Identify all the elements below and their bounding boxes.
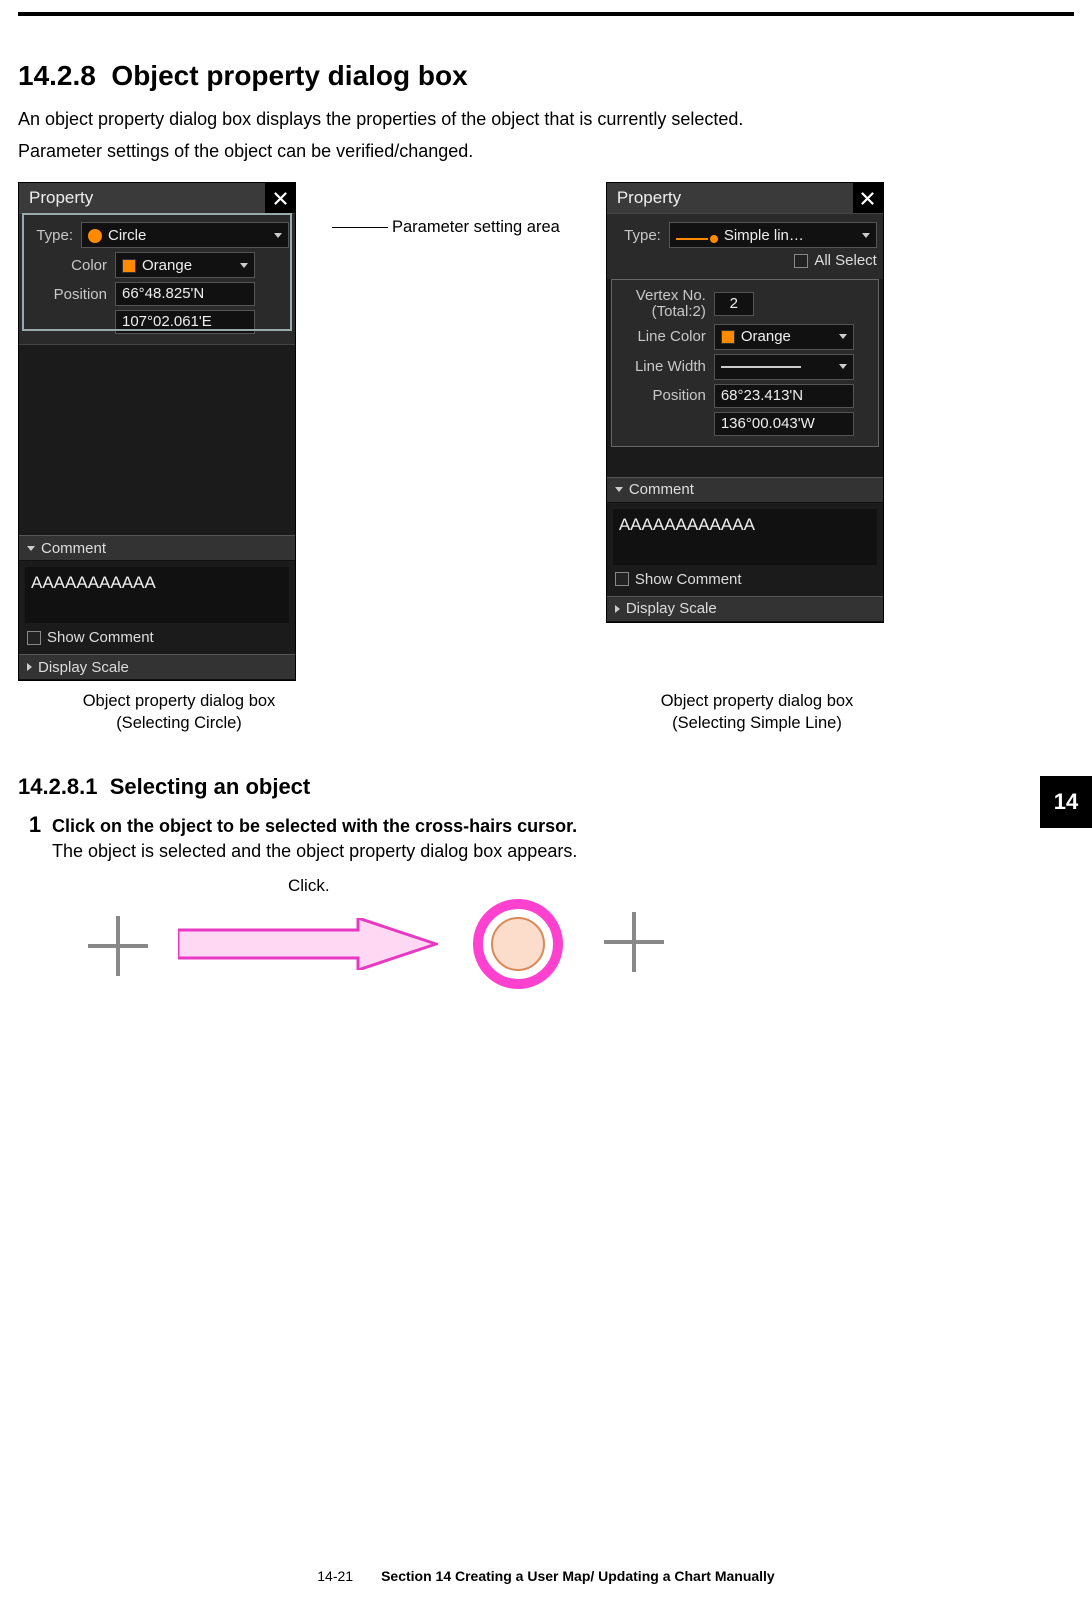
page-footer: 14-21 Section 14 Creating a User Map/ Up… xyxy=(0,1568,1092,1584)
chevron-down-icon xyxy=(862,233,870,238)
caption-circle: Object property dialog box(Selecting Cir… xyxy=(40,691,318,734)
comment-text[interactable]: AAAAAAAAAAA xyxy=(25,567,289,623)
arrow-icon xyxy=(178,918,438,970)
show-comment-checkbox[interactable]: Show Comment xyxy=(607,571,883,596)
close-icon[interactable] xyxy=(265,183,295,213)
property-dialog-circle: Property Type: Circle xyxy=(18,182,296,681)
page-number: 14-21 xyxy=(317,1568,353,1584)
display-scale-header[interactable]: Display Scale xyxy=(19,654,295,680)
callout: Parameter setting area xyxy=(332,218,560,237)
position-lat[interactable]: 66°48.825'N xyxy=(115,282,255,306)
color-label: Color xyxy=(25,257,107,274)
crosshair-icon xyxy=(604,912,664,972)
all-select-checkbox[interactable]: All Select xyxy=(794,252,877,269)
intro-text-1: An object property dialog box displays t… xyxy=(18,106,1074,132)
comment-text[interactable]: AAAAAAAAAAAA xyxy=(613,509,877,565)
step-instruction: Click on the object to be selected with … xyxy=(52,816,1074,837)
section-number: 14.2.8 xyxy=(18,60,96,91)
type-label: Type: xyxy=(613,227,661,244)
vertex-number[interactable]: 2 xyxy=(714,292,754,316)
line-color-value: Orange xyxy=(741,328,791,345)
chevron-down-icon xyxy=(274,233,282,238)
vertex-label: Vertex No.(Total:2) xyxy=(618,288,706,320)
comment-section-header[interactable]: Comment xyxy=(19,535,295,561)
line-width-dropdown[interactable] xyxy=(714,354,854,380)
section-title-text: Object property dialog box xyxy=(111,60,467,91)
position-label: Position xyxy=(618,387,706,404)
type-dropdown[interactable]: Circle xyxy=(81,222,289,248)
chevron-down-icon xyxy=(839,334,847,339)
step-number: 1 xyxy=(18,812,52,838)
line-width-label: Line Width xyxy=(618,358,706,375)
color-value: Orange xyxy=(142,257,192,274)
color-dropdown[interactable]: Orange xyxy=(115,252,255,278)
position-label: Position xyxy=(25,286,107,303)
position-lon[interactable]: 107°02.061'E xyxy=(115,310,255,334)
caption-line: Object property dialog box(Selecting Sim… xyxy=(618,691,896,734)
subsection-heading: 14.2.8.1 Selecting an object xyxy=(18,774,1074,800)
dialog-title: Property xyxy=(19,188,265,208)
chapter-tab: 14 xyxy=(1040,776,1092,828)
footer-section: Section 14 Creating a User Map/ Updating… xyxy=(381,1568,775,1584)
show-comment-checkbox[interactable]: Show Comment xyxy=(19,629,295,654)
type-value: Simple lin… xyxy=(724,227,804,244)
crosshair-icon xyxy=(88,916,148,976)
close-icon[interactable] xyxy=(853,183,883,213)
dialog-title: Property xyxy=(607,188,853,208)
type-dropdown[interactable]: Simple lin… xyxy=(669,222,877,248)
type-label: Type: xyxy=(25,227,73,244)
position-lat[interactable]: 68°23.413'N xyxy=(714,384,854,408)
position-lon[interactable]: 136°00.043'W xyxy=(714,412,854,436)
target-object-icon xyxy=(472,898,564,990)
property-dialog-line: Property Type: Simple lin… xyxy=(606,182,884,623)
type-value: Circle xyxy=(108,227,146,244)
line-color-label: Line Color xyxy=(618,328,706,345)
click-diagram: Click. xyxy=(58,876,698,1006)
chevron-down-icon xyxy=(839,364,847,369)
comment-section-header[interactable]: Comment xyxy=(607,477,883,503)
intro-text-2: Parameter settings of the object can be … xyxy=(18,138,1074,164)
callout-text: Parameter setting area xyxy=(392,218,560,237)
step-result: The object is selected and the object pr… xyxy=(52,841,1074,862)
line-color-dropdown[interactable]: Orange xyxy=(714,324,854,350)
click-label: Click. xyxy=(288,876,330,896)
display-scale-header[interactable]: Display Scale xyxy=(607,596,883,622)
chevron-down-icon xyxy=(240,263,248,268)
section-heading: 14.2.8 Object property dialog box xyxy=(18,60,1074,92)
